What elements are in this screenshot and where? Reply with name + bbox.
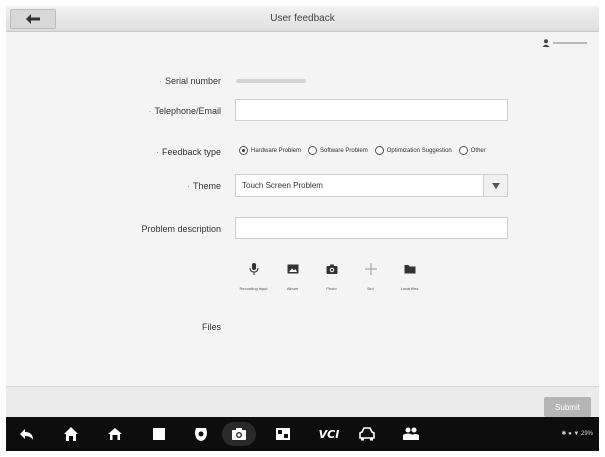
radio-empty-icon [458,146,468,155]
dropdown-arrow-icon[interactable] [483,175,507,196]
image-icon [287,264,298,274]
theme-label: · Theme [186,181,221,191]
battery-percent: 29% [580,431,593,437]
problem-description-input[interactable] [235,217,508,239]
attachment-toolbar: Recording input Album Photo Brd Local fi… [239,258,424,291]
folder-icon [404,265,415,274]
serial-number-value-redacted [236,79,306,83]
bluetooth-icon: ✱ [561,431,567,437]
radio-selected-icon [239,146,248,155]
camera-icon [326,264,337,274]
problem-description-label: Problem description [141,224,221,234]
people-icon[interactable] [402,425,420,443]
microphone-icon [249,263,258,275]
plus-icon [364,263,377,275]
screen-mirror-icon[interactable] [274,425,292,443]
radio-optimization-suggestion[interactable]: Optimization Suggestion [374,146,452,155]
username-redacted [553,42,587,44]
attach-photo-button[interactable]: Photo [317,258,346,291]
theme-select[interactable]: Touch Screen Problem [235,174,508,197]
attach-album-button[interactable]: Album [278,258,307,291]
telephone-email-input[interactable] [235,99,508,121]
submit-bar: Submit [6,386,599,417]
telephone-email-label: · Telephone/Email [148,106,221,116]
car-icon[interactable] [358,425,376,443]
title-bar: User feedback [6,6,599,32]
page-title: User feedback [270,13,335,24]
feedback-form: · Serial number · Telephone/Email · Feedbac… [6,54,599,399]
attach-local-files-button[interactable]: Local files [395,258,424,291]
attach-recording-button[interactable]: Recording input [239,258,268,291]
status-indicators: ✱ ● ▼ 29% [561,430,593,437]
system-nav-bar: VCI ✱ ● ▼ 29% [6,417,599,451]
square-icon[interactable] [150,425,168,443]
browser-icon[interactable] [192,425,210,443]
attach-add-button[interactable]: Brd [356,258,385,291]
radio-software-problem[interactable]: Software Problem [308,146,368,155]
house-icon[interactable] [106,425,124,443]
back-icon[interactable] [18,425,36,443]
files-label: Files [201,322,221,332]
app-window: User feedback · Serial number · Telephone/… [6,6,599,451]
radio-hardware-problem[interactable]: Hardware Problem [239,146,301,155]
vci-icon[interactable]: VCI [316,425,342,443]
radio-empty-icon [374,146,384,155]
wifi-icon: ▼ [573,431,580,437]
radio-empty-icon [308,146,318,155]
home-icon[interactable] [62,425,80,443]
feedback-type-label: · Feedback type [155,147,221,157]
user-icon [542,39,550,47]
radio-other[interactable]: Other [458,146,486,155]
user-account[interactable] [542,39,587,47]
camera-icon[interactable] [230,425,248,443]
location-icon: ● [568,431,572,437]
serial-number-label: · Serial number [158,76,221,86]
feedback-type-radio-group: Hardware Problem Software Problem Optimi… [239,146,486,155]
submit-button[interactable]: Submit [544,397,591,417]
